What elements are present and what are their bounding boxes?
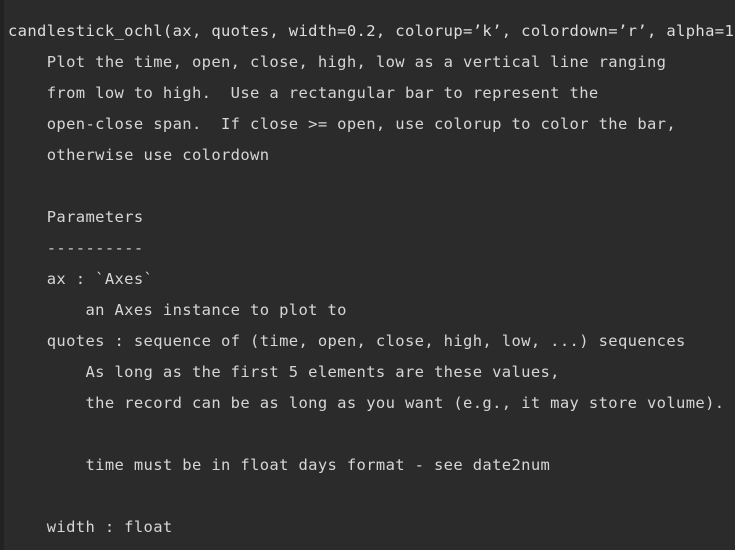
docstring-param-quotes: quotes : sequence of (time, open, close,… — [8, 332, 686, 350]
docstring-param-ax: ax : `Axes` — [8, 270, 154, 288]
docstring-popup: candlestick_ochl(ax, quotes, width=0.2, … — [0, 0, 735, 550]
docstring-parameters-underline: ---------- — [8, 239, 144, 257]
docstring-line: As long as the first 5 elements are thes… — [8, 363, 560, 381]
docstring-line: Plot the time, open, close, high, low as… — [8, 53, 667, 71]
docstring-line: the record can be as long as you want (e… — [8, 394, 725, 412]
docstring-blank-line — [0, 171, 735, 202]
docstring-parameters-heading: Parameters — [8, 208, 144, 226]
docstring-signature-line: candlestick_ochl(ax, quotes, width=0.2, … — [8, 22, 735, 40]
docstring-line: otherwise use colordown — [8, 146, 270, 164]
docstring-text-body: candlestick_ochl(ax, quotes, width=0.2, … — [0, 0, 735, 543]
docstring-param-width: width : float — [8, 518, 173, 536]
docstring-blank-line — [0, 419, 735, 450]
docstring-line: an Axes instance to plot to — [8, 301, 347, 319]
docstring-line: open-close span. If close >= open, use c… — [8, 115, 677, 133]
docstring-blank-line — [0, 481, 735, 512]
docstring-line: time must be in float days format - see … — [8, 456, 551, 474]
docstring-line: from low to high. Use a rectangular bar … — [8, 84, 599, 102]
